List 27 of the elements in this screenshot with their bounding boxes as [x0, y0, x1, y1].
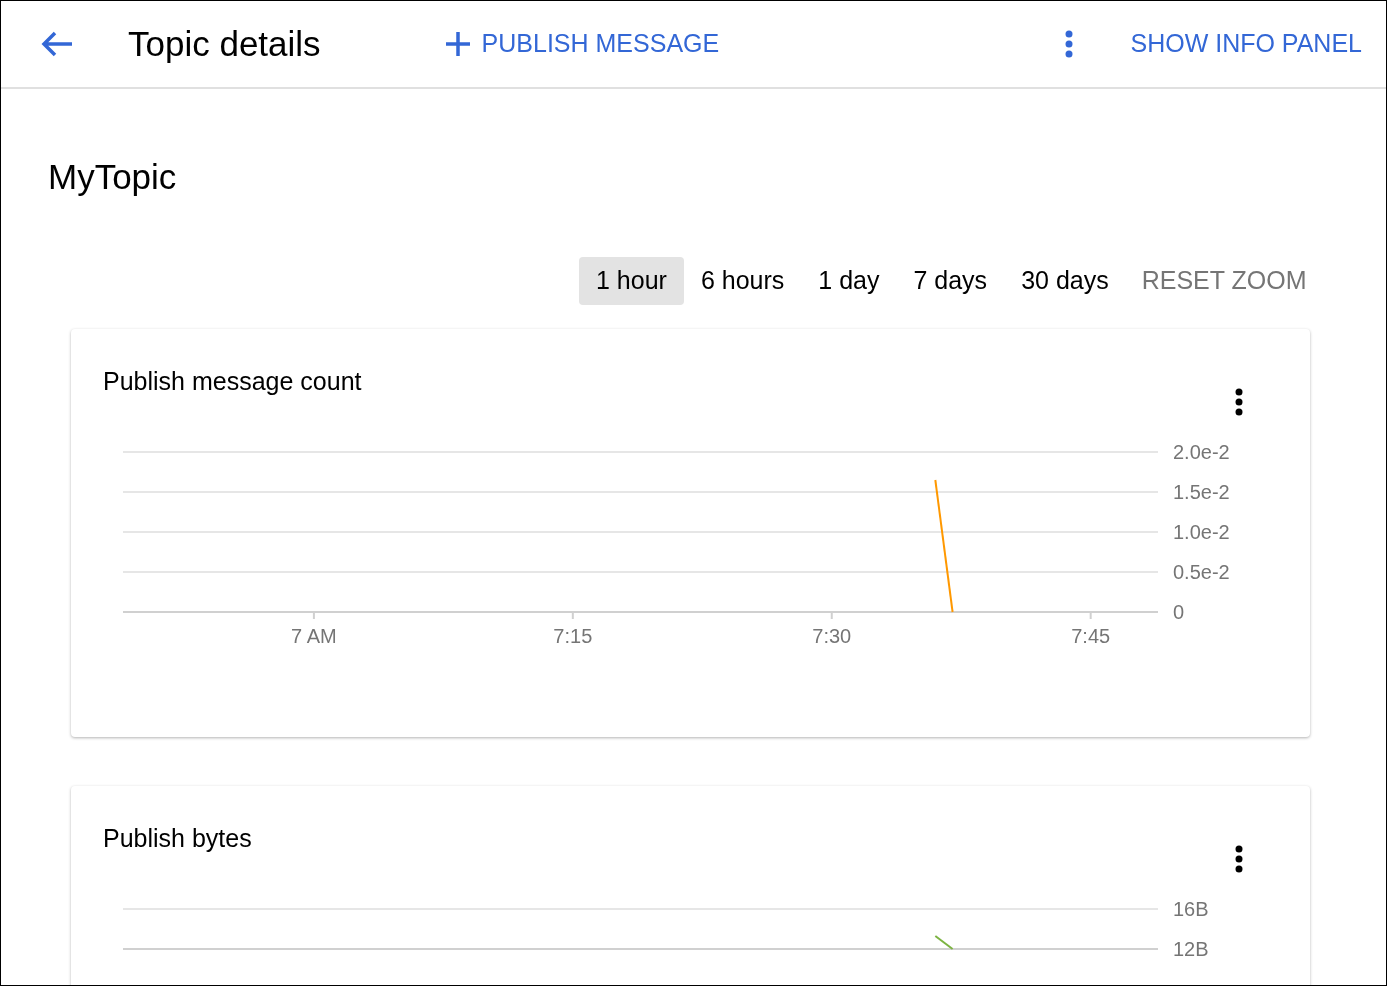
axis-label: 12B: [1173, 938, 1209, 960]
more-options-icon[interactable]: [1235, 388, 1243, 416]
axis-label: 7:45: [1071, 625, 1111, 647]
data-line: [934, 935, 954, 950]
show-info-panel-button[interactable]: SHOW INFO PANEL: [1130, 25, 1362, 63]
axis-label: 1.5e-2: [1173, 481, 1230, 503]
axis-label: 0.5e-2: [1173, 561, 1230, 583]
axis-label: 2.0e-2: [1173, 441, 1230, 463]
topic-name: MyTopic: [48, 157, 178, 197]
time-range-button[interactable]: 30 days: [1004, 257, 1126, 305]
axis-label: 7:15: [553, 625, 593, 647]
time-range-button[interactable]: 6 hours: [683, 257, 802, 305]
axis-label: 1.0e-2: [1173, 521, 1230, 543]
plus-icon: [444, 31, 471, 57]
axis-label: 0: [1173, 601, 1185, 623]
page-title: Topic details: [128, 22, 321, 65]
time-range-button[interactable]: 1 day: [801, 257, 897, 305]
chart-title: Publish message count: [103, 367, 362, 395]
time-range-button[interactable]: 7 days: [896, 257, 1005, 305]
back-arrow-icon: [40, 30, 74, 58]
time-range-button[interactable]: 1 hour: [579, 257, 684, 305]
axis-label: 7 AM: [291, 625, 337, 647]
publish-message-button[interactable]: PUBLISH MESSAGE: [444, 25, 720, 63]
more-options-icon[interactable]: [1235, 845, 1243, 873]
chart-title: Publish bytes: [103, 824, 252, 852]
axis-label: 16B: [1173, 898, 1209, 920]
axis-label: 7:30: [812, 625, 852, 647]
